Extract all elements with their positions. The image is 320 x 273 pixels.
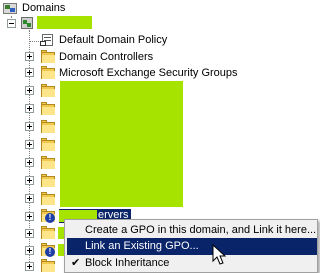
checkmark-icon: ✔ (71, 257, 81, 269)
expand-toggle[interactable] (25, 212, 34, 221)
mouse-pointer-icon (212, 244, 226, 265)
tree-node-label: Microsoft Exchange Security Groups (59, 67, 238, 79)
tree-node-domain-controllers[interactable]: Domain Controllers (40, 49, 200, 65)
expand-toggle[interactable] (25, 229, 34, 238)
expand-toggle[interactable] (25, 122, 34, 131)
folder-icon (40, 66, 56, 80)
folder-icon (40, 50, 56, 64)
folder-icon (40, 174, 56, 188)
expand-toggle[interactable] (25, 52, 34, 61)
folder-icon (40, 192, 56, 206)
expand-toggle[interactable] (25, 158, 34, 167)
redacted-domain-name (37, 16, 92, 29)
folder-icon (40, 226, 56, 240)
tree-node-default-domain-policy[interactable]: Default Domain Policy (40, 32, 220, 48)
tree-connector (29, 41, 39, 42)
expand-toggle[interactable] (25, 140, 34, 149)
collapse-toggle[interactable] (7, 19, 16, 28)
folder-icon (40, 102, 56, 116)
expand-toggle[interactable] (25, 68, 34, 77)
expand-toggle[interactable] (25, 86, 34, 95)
domains-icon (2, 2, 18, 15)
blocked-inheritance-icon: ! (45, 247, 55, 257)
expand-toggle[interactable] (25, 262, 34, 271)
tree-node-label: Domains (22, 2, 66, 14)
folder-icon (40, 138, 56, 152)
menu-item-label: Create a GPO in this domain, and Link it… (85, 224, 317, 236)
expand-toggle[interactable] (25, 104, 34, 113)
domain-icon (19, 16, 35, 30)
menu-item-link-existing-gpo[interactable]: Link an Existing GPO... (67, 238, 317, 255)
menu-item-block-inheritance[interactable]: ✔ Block Inheritance (67, 255, 317, 272)
tree-node-domains[interactable]: Domains (2, 1, 72, 16)
menu-item-label: Link an Existing GPO... (85, 240, 199, 252)
folder-icon (40, 84, 56, 98)
menu-item-label: Block Inheritance (85, 257, 170, 269)
context-menu: Create a GPO in this domain, and Link it… (64, 219, 318, 273)
blocked-inheritance-icon: ! (45, 213, 55, 223)
folder-icon (40, 259, 56, 273)
expand-toggle[interactable] (25, 246, 34, 255)
gpo-link-icon (40, 33, 56, 47)
folder-icon (40, 120, 56, 134)
menu-item-create-gpo[interactable]: Create a GPO in this domain, and Link it… (67, 222, 317, 239)
expand-toggle[interactable] (25, 194, 34, 203)
tree-node-label: Default Domain Policy (59, 34, 168, 46)
tree-node-exchange-security-groups[interactable]: Microsoft Exchange Security Groups (40, 65, 270, 81)
tree-node-label: Domain Controllers (59, 51, 154, 63)
folder-icon (40, 156, 56, 170)
expand-toggle[interactable] (25, 176, 34, 185)
redacted-ou-names (60, 81, 183, 207)
